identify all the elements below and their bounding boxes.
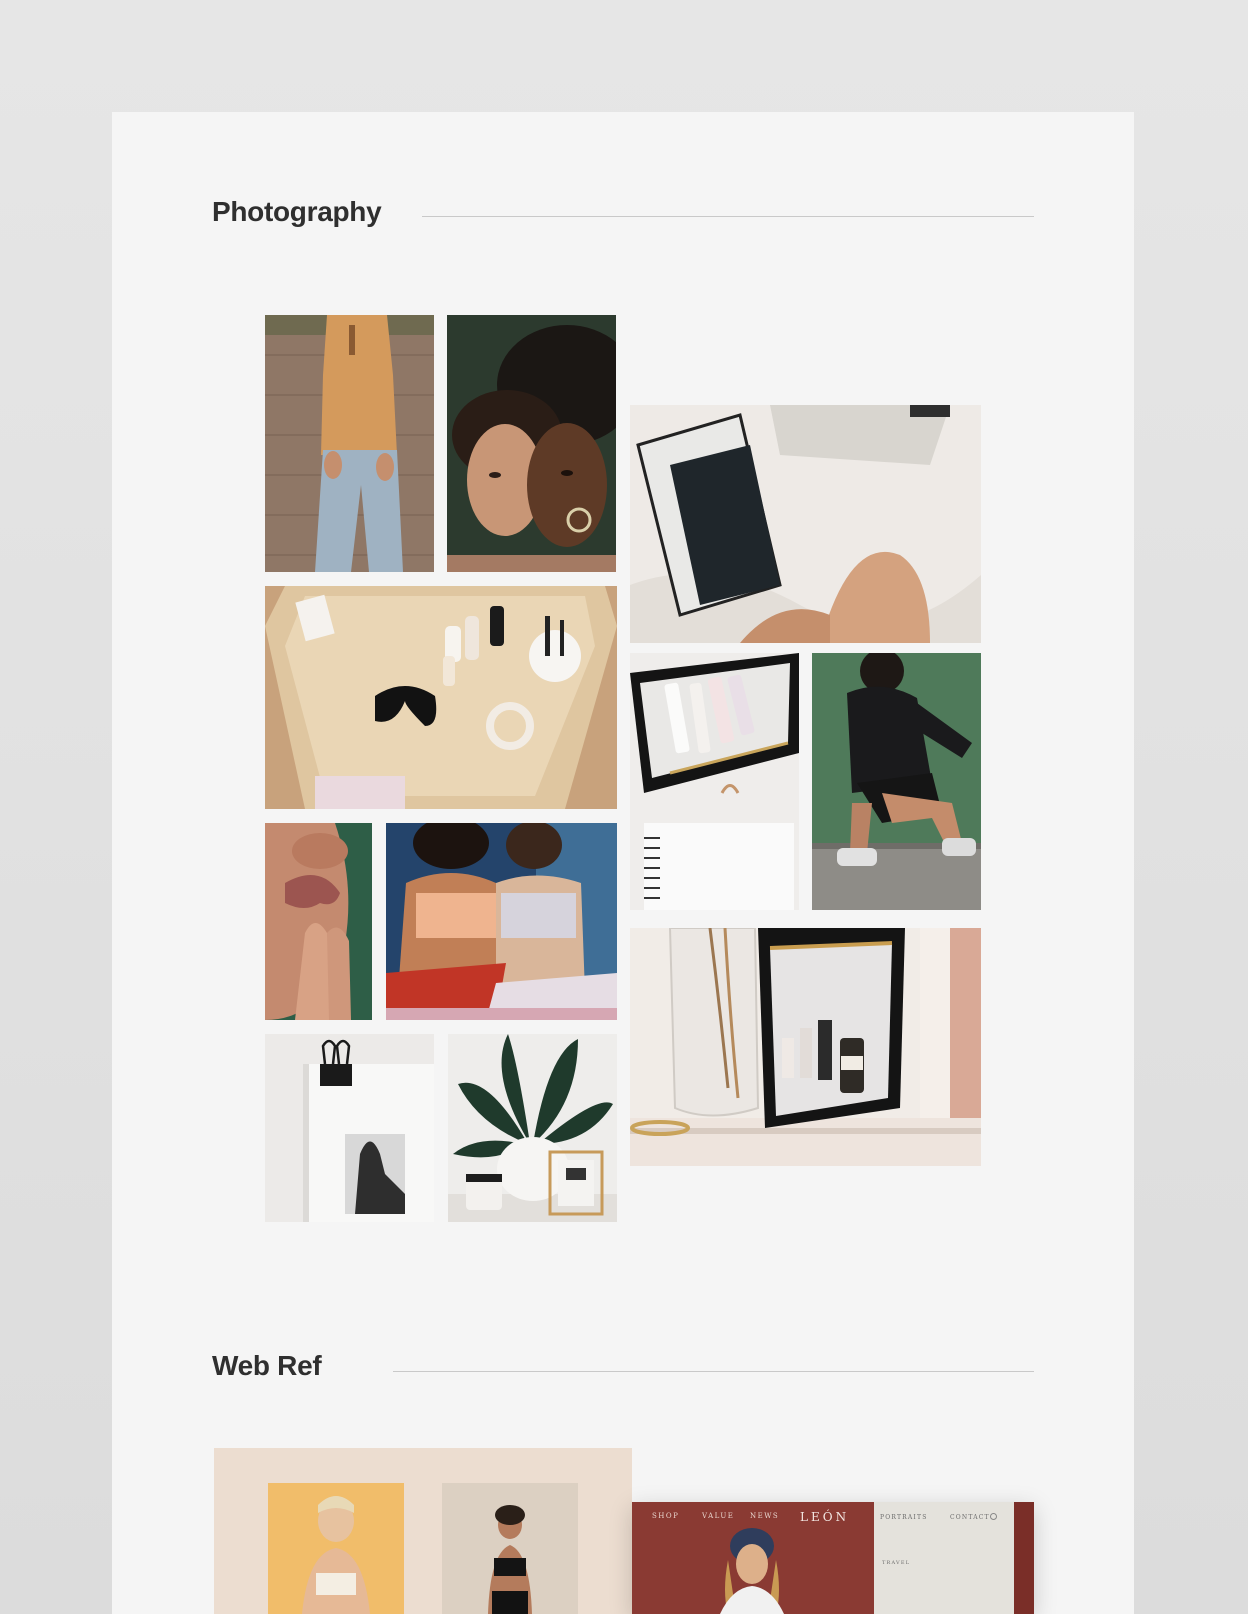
webref-model-beige [442, 1483, 578, 1614]
webref-header: Web Ref [212, 1350, 322, 1382]
photo-pouch-on-windowsill[interactable] [630, 928, 981, 1166]
photo-woman-leather-jacket[interactable] [812, 653, 981, 910]
webref-card-leon-site[interactable]: SHOP VALUE NEWS LEÓN PORTRAITS CONTACT T… [632, 1502, 1034, 1614]
photo-notebook-in-pouch[interactable] [630, 405, 981, 643]
photo-two-women-portrait[interactable] [447, 315, 616, 572]
photo-skincare-pouch-notebook[interactable] [630, 653, 799, 910]
photo-vanity-tray-flatlay[interactable] [265, 586, 617, 809]
leon-nav-contact[interactable]: CONTACT [950, 1514, 990, 1521]
photography-header: Photography [212, 196, 382, 228]
webref-divider [393, 1371, 1034, 1372]
photography-divider [422, 216, 1034, 217]
leon-nav-shop[interactable]: SHOP [652, 1512, 679, 1520]
moodboard-page: Photography Web Ref SHOP VALUE NEWS LEÓN… [112, 112, 1134, 1614]
leon-nav-travel[interactable]: TRAVEL [882, 1560, 910, 1566]
leon-logo[interactable]: LEÓN [800, 1510, 849, 1524]
leon-nav-portraits[interactable]: PORTRAITS [880, 1514, 928, 1521]
photo-plant-and-frame[interactable] [448, 1034, 617, 1222]
photo-woman-tan-top-jeans[interactable] [265, 315, 434, 572]
photo-two-women-seated[interactable] [386, 823, 617, 1020]
photography-title: Photography [212, 196, 382, 227]
leon-nav-value[interactable]: VALUE [702, 1512, 734, 1520]
webref-title: Web Ref [212, 1350, 322, 1381]
photo-lips-closeup[interactable] [265, 823, 372, 1020]
photo-magazine-clip[interactable] [265, 1034, 434, 1222]
leon-menu-icon[interactable] [990, 1513, 997, 1520]
leon-nav-news[interactable]: NEWS [750, 1512, 779, 1520]
webref-model-yellow [268, 1483, 404, 1614]
